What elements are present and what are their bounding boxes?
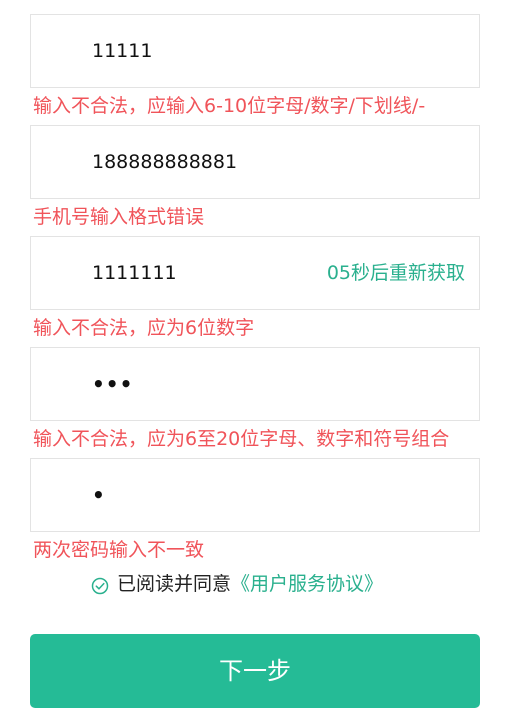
confirm-password-error: 两次密码输入不一致 [33,539,205,561]
user-service-agreement-link[interactable]: 《用户服务协议》 [231,570,383,598]
username-input-value[interactable]: 11111 [92,15,152,87]
check-circle-icon[interactable] [91,575,109,595]
confirm-password-input-value[interactable]: • [92,459,106,531]
password-input-value[interactable]: ••• [92,348,133,420]
phone-field[interactable]: 188888888881 [30,125,480,199]
resend-code-countdown[interactable]: 05秒后重新获取 [327,237,465,309]
agreement-row: 已阅读并同意 《用户服务协议》 [91,570,383,598]
password-error: 输入不合法，应为6至20位字母、数字和符号组合 [33,428,450,450]
password-field[interactable]: ••• [30,347,480,421]
username-field[interactable]: 11111 [30,14,480,88]
verification-code-input-value[interactable]: 1111111 [92,237,177,309]
phone-error: 手机号输入格式错误 [33,206,205,228]
phone-input-value[interactable]: 188888888881 [92,126,237,198]
registration-form: 11111 输入不合法，应输入6-10位字母/数字/下划线/- 18888888… [30,14,480,569]
verification-code-error: 输入不合法，应为6位数字 [33,317,255,339]
next-step-button[interactable]: 下一步 [30,634,480,708]
agreement-text: 已阅读并同意 [117,573,232,595]
verification-code-field[interactable]: 1111111 05秒后重新获取 [30,236,480,310]
username-error: 输入不合法，应输入6-10位字母/数字/下划线/- [33,95,426,117]
confirm-password-field[interactable]: • [30,458,480,532]
